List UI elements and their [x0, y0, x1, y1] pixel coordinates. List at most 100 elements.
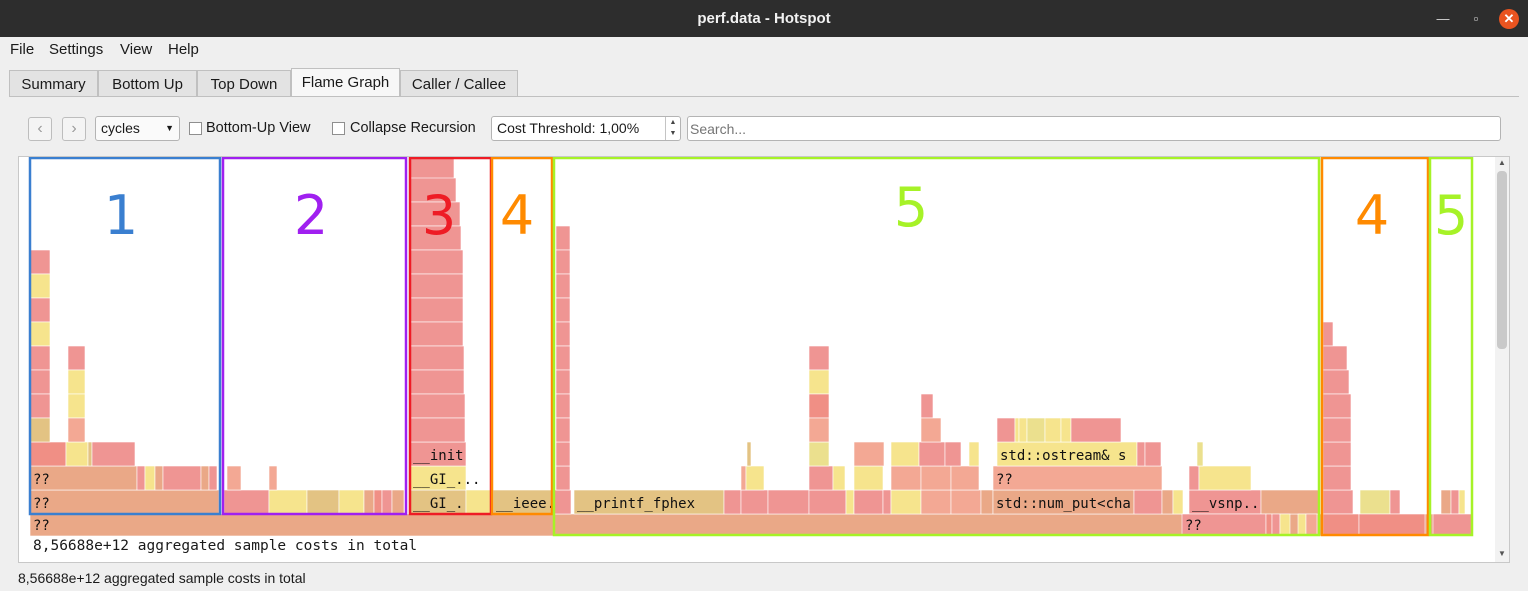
flame-frame[interactable]	[1196, 441, 1204, 467]
menu-help[interactable]: Help	[168, 41, 199, 58]
flame-frame[interactable]	[555, 393, 571, 419]
flame-frame[interactable]	[29, 297, 51, 323]
flame-frame-ostream[interactable]: std::ostream& s	[996, 441, 1138, 467]
flame-frame[interactable]	[1026, 417, 1046, 443]
flame-frame[interactable]	[1060, 417, 1072, 443]
flame-frame[interactable]	[409, 345, 465, 371]
flame-frame[interactable]	[91, 441, 136, 467]
scroll-up-icon[interactable]: ▲	[1495, 158, 1509, 170]
scroll-down-icon[interactable]: ▼	[1495, 549, 1509, 561]
flame-frame[interactable]	[918, 441, 946, 467]
flame-frame[interactable]	[555, 441, 571, 467]
flame-frame[interactable]	[29, 273, 51, 299]
forward-button[interactable]: ›	[62, 117, 86, 141]
flame-frame[interactable]	[363, 489, 375, 515]
flame-frame-init[interactable]: __init	[409, 441, 467, 467]
flame-frame[interactable]	[555, 249, 571, 275]
flame-frame[interactable]	[1014, 417, 1020, 443]
flame-frame[interactable]	[1133, 489, 1163, 515]
tab-summary[interactable]: Summary	[9, 70, 98, 96]
flame-frame[interactable]	[808, 417, 830, 443]
flame-frame[interactable]	[555, 465, 571, 491]
flame-frame-num-put[interactable]: std::num_put<cha	[992, 489, 1135, 515]
flame-frame[interactable]	[1260, 489, 1320, 515]
flame-frame[interactable]	[853, 489, 884, 515]
flame-frame[interactable]	[1144, 441, 1162, 467]
flame-frame[interactable]	[555, 369, 571, 395]
flame-frame[interactable]	[553, 489, 572, 515]
flame-frame[interactable]	[1322, 393, 1352, 419]
flame-frame[interactable]	[968, 441, 980, 467]
flame-frame[interactable]	[1172, 489, 1184, 515]
flame-frame[interactable]	[555, 225, 571, 251]
flame-frame[interactable]	[268, 465, 278, 491]
flame-frame[interactable]	[29, 345, 51, 371]
flame-frame[interactable]	[29, 417, 51, 443]
cost-threshold-spinbox[interactable]: Cost Threshold: 1,00% ▲ ▼	[491, 116, 681, 141]
flame-frame[interactable]	[1322, 417, 1352, 443]
flame-frame[interactable]	[1044, 417, 1062, 443]
flame-frame[interactable]	[465, 489, 492, 515]
flame-frame[interactable]	[391, 489, 405, 515]
flame-frame[interactable]	[1432, 513, 1473, 537]
flame-frame[interactable]	[29, 249, 51, 275]
bottom-up-checkbox[interactable]	[189, 122, 202, 135]
flame-frame[interactable]	[1305, 513, 1318, 537]
flame-frame[interactable]	[29, 321, 51, 347]
spin-arrows-icon[interactable]: ▲ ▼	[665, 117, 680, 140]
flame-frame[interactable]	[1322, 369, 1350, 395]
flame-frame[interactable]	[920, 489, 952, 515]
flame-frame[interactable]	[882, 489, 892, 515]
tab-top-down[interactable]: Top Down	[197, 70, 291, 96]
flame-frame[interactable]	[920, 417, 942, 443]
flame-frame[interactable]	[67, 369, 86, 395]
flame-frame[interactable]	[1271, 513, 1281, 537]
flame-frame[interactable]	[381, 489, 393, 515]
flame-frame[interactable]	[29, 441, 67, 467]
flame-frame[interactable]	[226, 465, 242, 491]
scrollbar-thumb[interactable]	[1497, 171, 1507, 349]
back-button[interactable]: ‹	[28, 117, 52, 141]
flame-frame[interactable]	[555, 417, 571, 443]
flame-frame[interactable]	[1161, 489, 1174, 515]
flame-frame[interactable]	[808, 465, 834, 491]
flame-frame[interactable]	[208, 465, 218, 491]
flame-frame-col1-l3[interactable]: ??	[29, 465, 138, 491]
flame-frame[interactable]	[200, 465, 210, 491]
flame-frame[interactable]	[723, 489, 742, 515]
flame-frame[interactable]	[808, 393, 830, 419]
collapse-recursion-checkbox[interactable]	[332, 122, 345, 135]
flame-frame[interactable]	[1297, 513, 1307, 537]
event-type-select[interactable]: cycles ▼	[95, 116, 180, 141]
flame-frame[interactable]	[1018, 417, 1028, 443]
flame-frame[interactable]	[1279, 513, 1291, 537]
flame-frame[interactable]	[67, 345, 86, 371]
flame-frame[interactable]	[1322, 489, 1354, 515]
flame-frame[interactable]	[845, 489, 855, 515]
tab-flame-graph[interactable]: Flame Graph	[291, 68, 400, 96]
flame-frame[interactable]	[409, 297, 464, 323]
flame-frame[interactable]	[65, 441, 89, 467]
flame-frame[interactable]	[1389, 489, 1401, 515]
flame-frame[interactable]	[306, 489, 340, 515]
menu-file[interactable]: File	[10, 41, 34, 58]
flame-frame[interactable]	[555, 297, 571, 323]
flame-frame-qq-right[interactable]: ??	[1181, 513, 1267, 537]
flame-frame[interactable]	[890, 441, 920, 467]
flame-frame-vsnp[interactable]: __vsnp...	[1188, 489, 1268, 515]
flame-frame[interactable]	[808, 369, 830, 395]
menu-view[interactable]: View	[120, 41, 152, 58]
flame-frame[interactable]	[1198, 465, 1252, 491]
flame-frame[interactable]	[409, 393, 466, 419]
flame-frame[interactable]	[1359, 489, 1391, 515]
flame-frame[interactable]	[1322, 345, 1348, 371]
flame-frame[interactable]	[1322, 513, 1360, 537]
vertical-scrollbar[interactable]: ▲ ▼	[1495, 157, 1509, 562]
flame-frame[interactable]	[223, 489, 270, 515]
menu-settings[interactable]: Settings	[49, 41, 103, 58]
flame-frame[interactable]	[745, 465, 765, 491]
flame-frame[interactable]	[920, 465, 952, 491]
flame-frame[interactable]	[832, 465, 846, 491]
flame-frame[interactable]	[555, 273, 571, 299]
flame-frame-gi-1[interactable]: __GI_...	[409, 465, 480, 491]
